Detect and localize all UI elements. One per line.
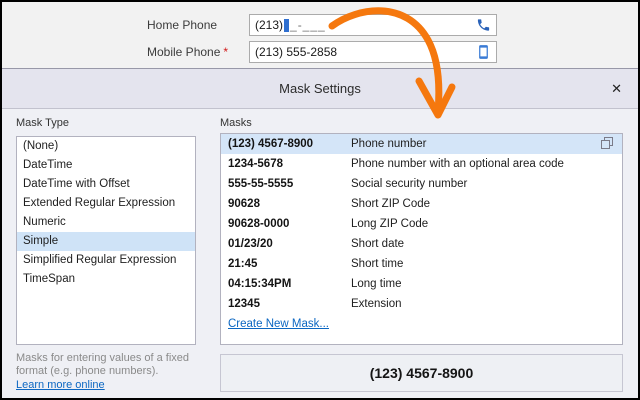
mask-row[interactable]: 12345Extension [221,294,622,314]
duplicate-icon[interactable] [601,137,614,150]
mask-type-description: Masks for entering values of a fixed for… [16,352,206,378]
mask-description: Phone number with an optional area code [351,154,564,174]
mask-description: Short ZIP Code [351,194,430,214]
create-new-mask-link[interactable]: Create New Mask... [221,314,622,334]
mask-description: Social security number [351,174,467,194]
mask-preview-box: (123) 4567-8900 [220,354,623,392]
mobile-phone-label: Mobile Phone* [147,45,228,59]
mask-row[interactable]: 21:45Short time [221,254,622,274]
mask-row[interactable]: 1234-5678Phone number with an optional a… [221,154,622,174]
masks-label: Masks [220,117,252,129]
description-line-2: format (e.g. phone numbers). [16,365,158,377]
home-phone-label-text: Home Phone [147,18,217,32]
masks-listbox: (123) 4567-8900Phone number1234-5678Phon… [220,133,623,345]
text-caret [284,19,289,32]
mobile-phone-icon[interactable] [476,45,491,60]
home-phone-label: Home Phone [147,18,217,32]
required-asterisk: * [223,45,228,59]
mobile-phone-input[interactable]: (213) 555-2858 [249,41,497,63]
description-line-1: Masks for entering values of a fixed [16,352,189,364]
mask-preview-value: (123) 4567-8900 [370,365,474,381]
mask-row[interactable]: (123) 4567-8900Phone number [221,134,622,154]
mask-value: 90628 [221,194,351,214]
dialog-header: Mask Settings ✕ [2,69,638,109]
mask-type-item[interactable]: DateTime with Offset [17,175,195,194]
mobile-phone-label-text: Mobile Phone [147,45,220,59]
mask-value: (123) 4567-8900 [221,134,351,154]
mask-type-item[interactable]: (None) [17,137,195,156]
mask-type-item[interactable]: Numeric [17,213,195,232]
learn-more-link[interactable]: Learn more online [16,379,105,391]
mask-description: Short date [351,234,404,254]
mask-row[interactable]: 04:15:34PMLong time [221,274,622,294]
mask-type-item[interactable]: Simplified Regular Expression [17,251,195,270]
phone-icon[interactable] [476,18,491,33]
mask-type-label: Mask Type [16,117,69,129]
mask-settings-dialog: Mask Settings ✕ Mask Type (None)DateTime… [2,68,638,398]
mask-description: Long ZIP Code [351,214,428,234]
mask-value: 04:15:34PM [221,274,351,294]
home-phone-input[interactable]: (213) _-___ [249,14,497,36]
mask-description: Short time [351,254,403,274]
mask-type-item[interactable]: TimeSpan [17,270,195,289]
mask-value: 12345 [221,294,351,314]
mask-row[interactable]: 01/23/20Short date [221,234,622,254]
mask-value: 01/23/20 [221,234,351,254]
mask-value: 90628-0000 [221,214,351,234]
mask-row[interactable]: 90628-0000Long ZIP Code [221,214,622,234]
screen: Home Phone (213) _-___ Mobile Phone* (21… [0,0,640,400]
home-phone-value: (213) [255,18,283,32]
home-phone-mask-placeholder: _-___ [290,18,326,32]
mask-row[interactable]: 555-55-5555Social security number [221,174,622,194]
mask-type-item[interactable]: DateTime [17,156,195,175]
mask-description: Extension [351,294,402,314]
mask-description: Phone number [351,134,426,154]
mask-type-listbox: (None)DateTimeDateTime with OffsetExtend… [16,136,196,345]
dialog-title: Mask Settings [2,69,638,109]
close-icon[interactable]: ✕ [611,69,622,109]
mask-row[interactable]: 90628Short ZIP Code [221,194,622,214]
mask-value: 555-55-5555 [221,174,351,194]
mask-type-item[interactable]: Extended Regular Expression [17,194,195,213]
mask-type-item[interactable]: Simple [17,232,195,251]
mask-description: Long time [351,274,402,294]
mask-value: 21:45 [221,254,351,274]
mobile-phone-value: (213) 555-2858 [255,45,337,59]
phone-form: Home Phone (213) _-___ Mobile Phone* (21… [2,2,638,67]
mask-value: 1234-5678 [221,154,351,174]
